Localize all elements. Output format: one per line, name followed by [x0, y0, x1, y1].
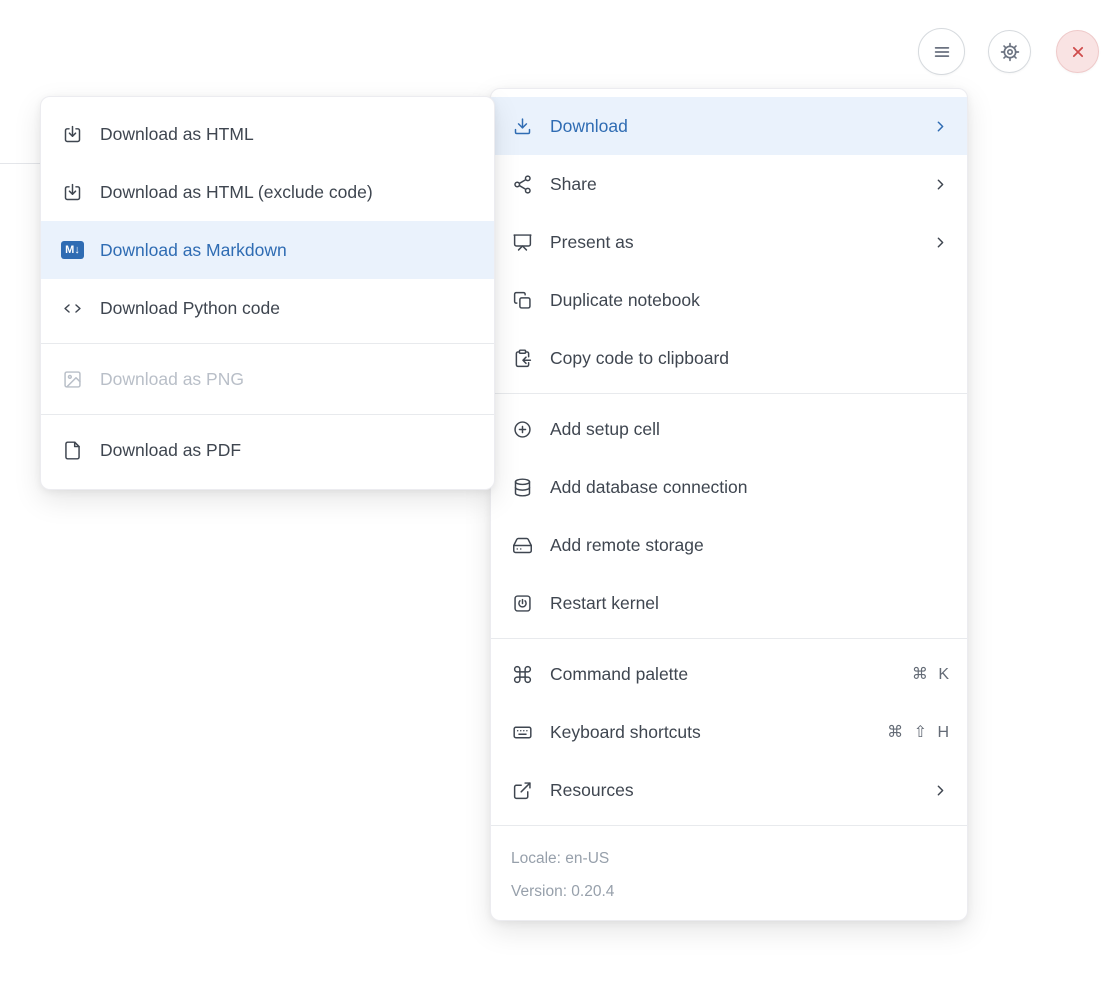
submenu-item-download-python-code[interactable]: Download Python code: [41, 279, 494, 337]
menu-item-resources[interactable]: Resources: [491, 761, 967, 819]
duplicate-icon: [511, 290, 534, 311]
locale-text: Locale: en-US: [511, 842, 947, 875]
menu-footer: Locale: en-US Version: 0.20.4: [491, 832, 967, 910]
menu-item-label: Share: [550, 174, 597, 195]
command-icon: [511, 664, 534, 685]
close-button[interactable]: [1056, 30, 1099, 73]
file-icon: [61, 440, 84, 461]
keyboard-icon: [511, 722, 534, 743]
hamburger-icon: [931, 41, 953, 63]
menu-item-share[interactable]: Share: [491, 155, 967, 213]
menu-item-label: Download as PDF: [100, 440, 241, 461]
menu-item-present-as[interactable]: Present as: [491, 213, 967, 271]
menu-item-label: Download as HTML (exclude code): [100, 182, 373, 203]
menu-divider: [491, 393, 967, 394]
chevron-right-icon: [932, 234, 949, 251]
menu-item-download[interactable]: Download: [491, 97, 967, 155]
gear-icon: [999, 41, 1021, 63]
external-link-icon: [511, 780, 534, 801]
menu-divider: [41, 343, 494, 344]
menu-item-restart-kernel[interactable]: Restart kernel: [491, 574, 967, 632]
file-download-icon: [61, 124, 84, 145]
markdown-badge: M↓: [61, 241, 84, 259]
menu-item-add-database-connection[interactable]: Add database connection: [491, 458, 967, 516]
power-icon: [511, 593, 534, 614]
menu-item-label: Add remote storage: [550, 535, 704, 556]
menu-item-command-palette[interactable]: Command palette ⌘ K: [491, 645, 967, 703]
submenu-item-download-pdf[interactable]: Download as PDF: [41, 421, 494, 479]
menu-item-label: Resources: [550, 780, 634, 801]
submenu-item-download-html-exclude-code[interactable]: Download as HTML (exclude code): [41, 163, 494, 221]
clipboard-copy-icon: [511, 348, 534, 369]
database-icon: [511, 477, 534, 498]
submenu-item-download-html[interactable]: Download as HTML: [41, 105, 494, 163]
menu-divider: [491, 638, 967, 639]
menu-item-copy-code[interactable]: Copy code to clipboard: [491, 329, 967, 387]
chevron-right-icon: [932, 118, 949, 135]
share-icon: [511, 174, 534, 195]
markdown-icon: M↓: [61, 241, 84, 259]
submenu-item-download-markdown[interactable]: M↓ Download as Markdown: [41, 221, 494, 279]
close-icon: [1068, 42, 1088, 62]
shortcut-label: ⌘ K: [912, 664, 949, 684]
file-download-icon: [61, 182, 84, 203]
chevron-right-icon: [932, 782, 949, 799]
version-text: Version: 0.20.4: [511, 875, 947, 908]
code-icon: [61, 298, 84, 319]
download-icon: [511, 116, 534, 137]
notebook-menu-button[interactable]: [918, 28, 965, 75]
menu-item-label: Add database connection: [550, 477, 748, 498]
submenu-item-download-png[interactable]: Download as PNG: [41, 350, 494, 408]
hard-drive-icon: [511, 535, 534, 556]
plus-circle-icon: [511, 419, 534, 440]
menu-item-keyboard-shortcuts[interactable]: Keyboard shortcuts ⌘ ⇧ H: [491, 703, 967, 761]
menu-item-label: Present as: [550, 232, 634, 253]
menu-divider: [41, 414, 494, 415]
menu-item-add-setup-cell[interactable]: Add setup cell: [491, 400, 967, 458]
background-cell-border: [0, 163, 40, 164]
shortcut-label: ⌘ ⇧ H: [887, 722, 949, 742]
page: { "colors": { "accent": "#2f6cb3", "high…: [0, 0, 1118, 984]
menu-item-label: Duplicate notebook: [550, 290, 700, 311]
presentation-icon: [511, 232, 534, 253]
menu-item-duplicate-notebook[interactable]: Duplicate notebook: [491, 271, 967, 329]
menu-item-label: Download as HTML: [100, 124, 254, 145]
menu-item-add-remote-storage[interactable]: Add remote storage: [491, 516, 967, 574]
menu-item-label: Download as PNG: [100, 369, 244, 390]
menu-item-label: Copy code to clipboard: [550, 348, 729, 369]
menu-item-label: Command palette: [550, 664, 688, 685]
menu-item-label: Download as Markdown: [100, 240, 287, 261]
menu-item-label: Download Python code: [100, 298, 280, 319]
download-submenu: Download as HTML Download as HTML (exclu…: [40, 96, 495, 490]
settings-button[interactable]: [988, 30, 1031, 73]
menu-item-label: Restart kernel: [550, 593, 659, 614]
menu-item-label: Download: [550, 116, 628, 137]
image-icon: [61, 369, 84, 390]
notebook-actions-menu: Download Share Present as Duplicate note…: [490, 88, 968, 921]
menu-item-label: Add setup cell: [550, 419, 660, 440]
menu-item-label: Keyboard shortcuts: [550, 722, 701, 743]
chevron-right-icon: [932, 176, 949, 193]
menu-divider: [491, 825, 967, 826]
